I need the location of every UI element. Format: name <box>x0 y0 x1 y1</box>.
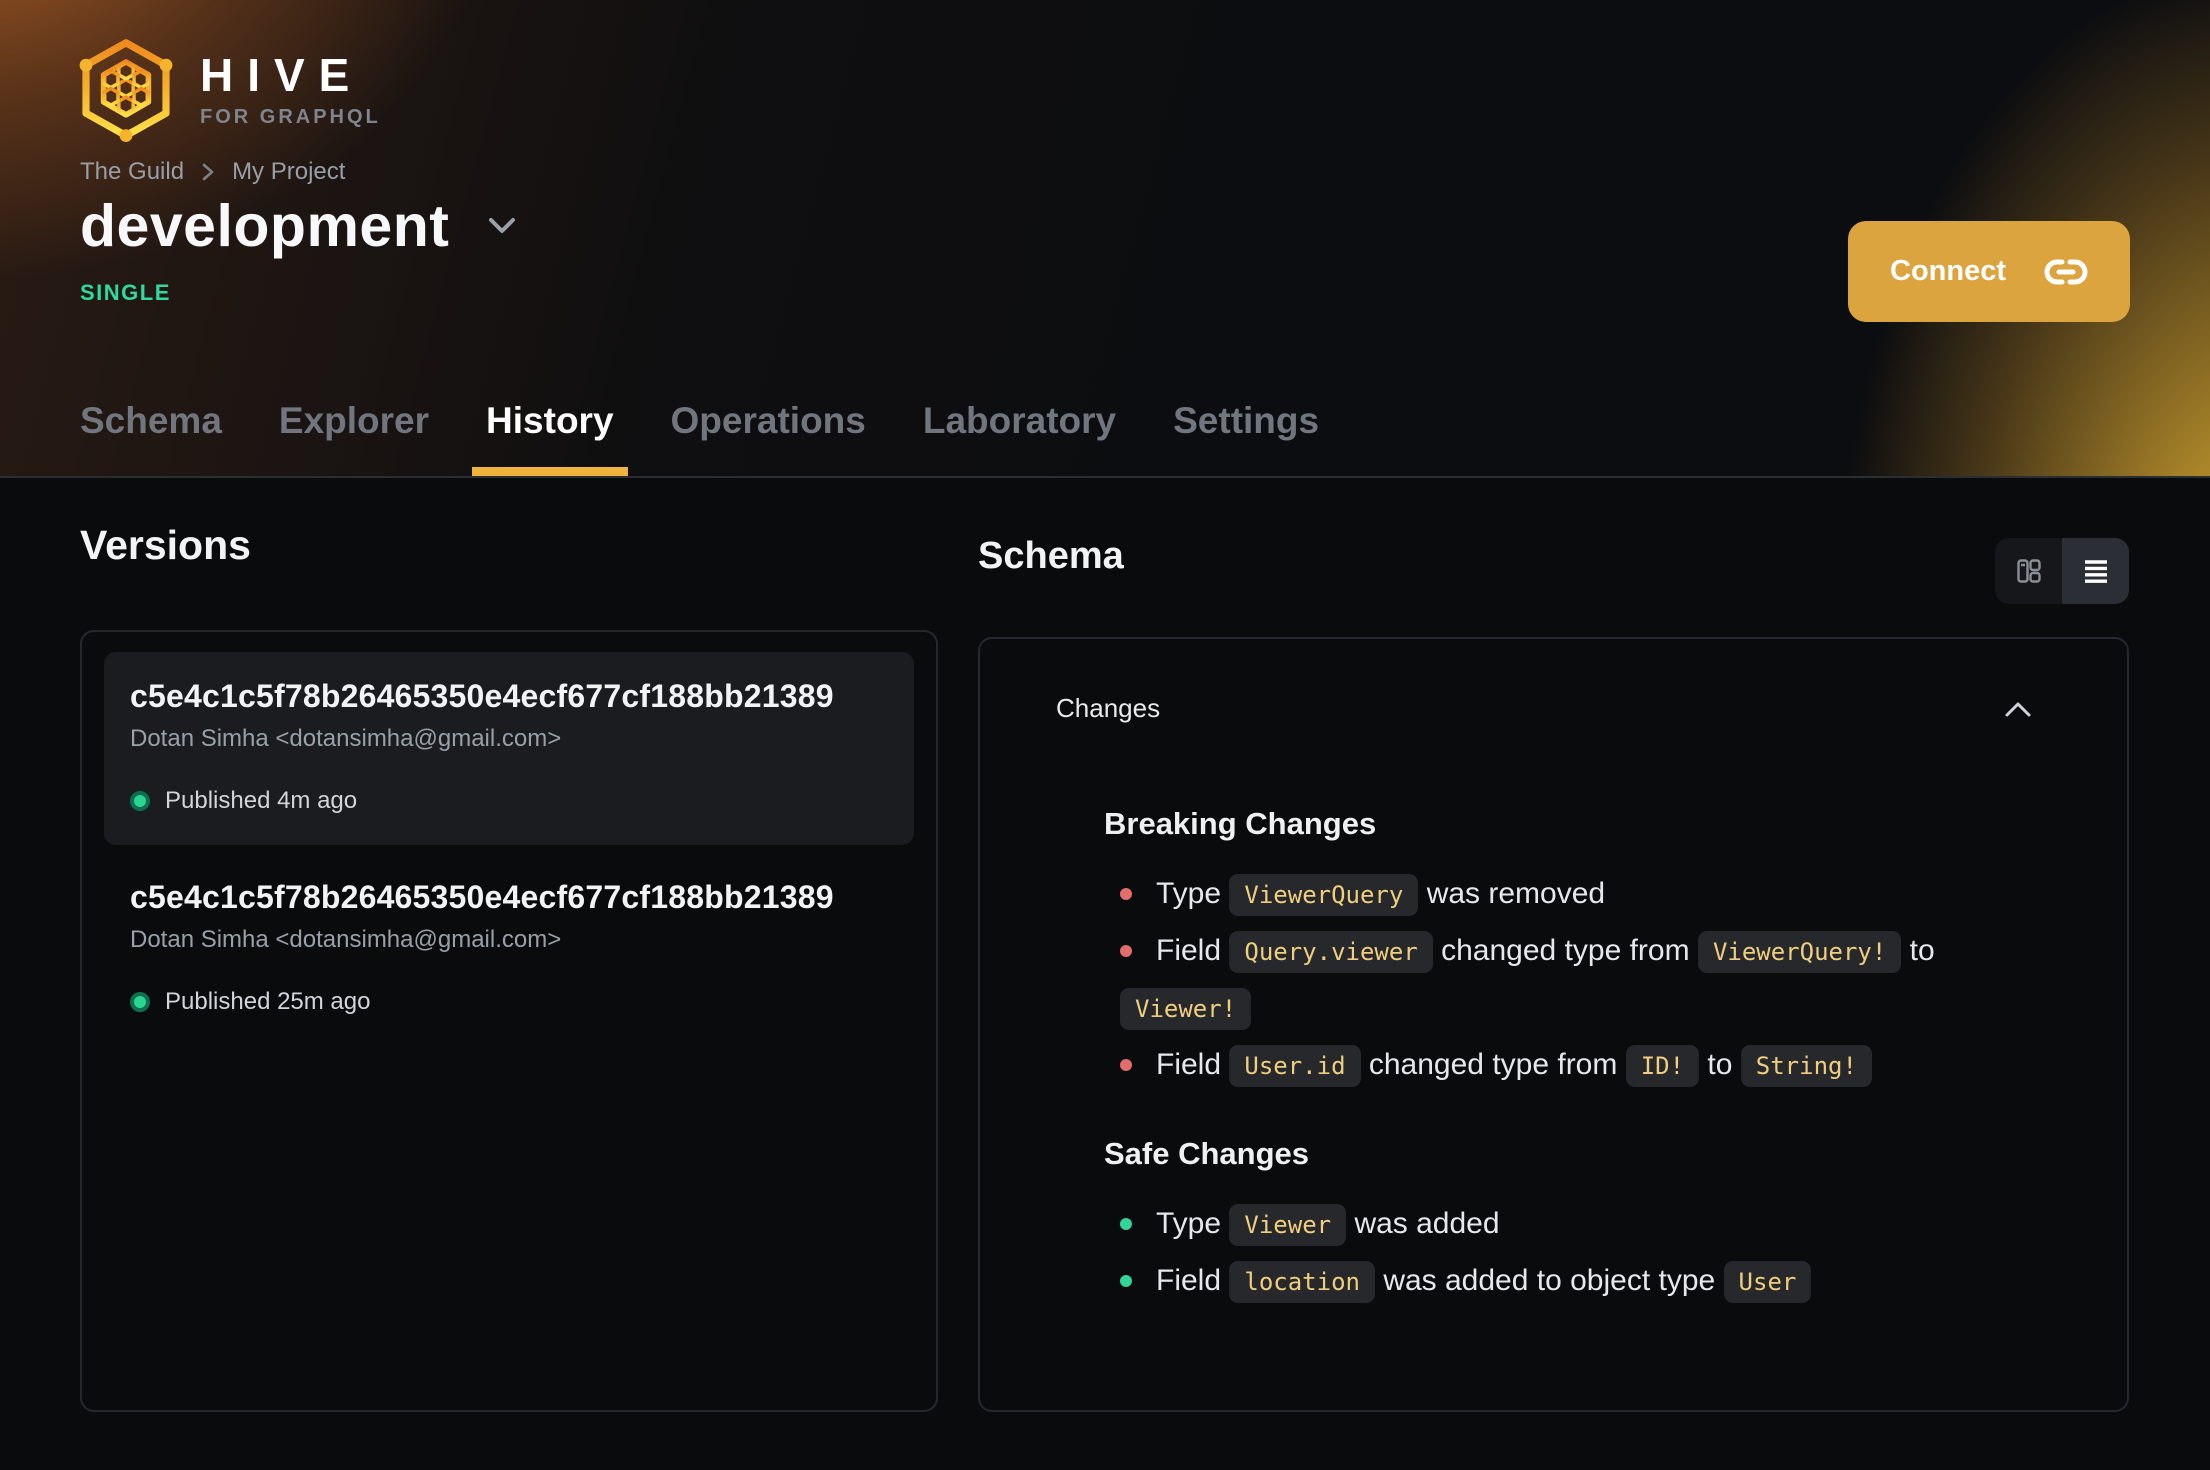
change-item: Field Query.viewer changed type from Vie… <box>1120 923 1960 1037</box>
change-text: Field <box>1156 934 1222 967</box>
tab-schema[interactable]: Schema <box>80 400 222 476</box>
code-chip: User <box>1723 1261 1812 1303</box>
version-card[interactable]: c5e4c1c5f78b26465350e4ecf677cf188bb21389… <box>104 853 914 1046</box>
chevron-up-icon <box>2005 702 2031 716</box>
breaking-changes-heading: Breaking Changes <box>1104 806 1377 841</box>
app-header: HIVE FOR GRAPHQL The Guild My Project de… <box>0 0 2210 478</box>
changes-title: Changes <box>1056 693 1161 723</box>
change-item: Field User.id changed type from ID! to S… <box>1120 1037 1960 1094</box>
version-status: Published 25m ago <box>130 988 888 1016</box>
change-item: Type Viewer was added <box>1120 1196 1960 1253</box>
breaking-changes-list: Type ViewerQuery was removed Field Query… <box>1120 866 1960 1094</box>
change-text: Type <box>1156 1207 1222 1240</box>
code-chip: ViewerQuery <box>1229 874 1419 916</box>
breadcrumb-chevron-icon <box>200 160 216 184</box>
version-hash: c5e4c1c5f78b26465350e4ecf677cf188bb21389 <box>130 678 834 714</box>
tab-operations[interactable]: Operations <box>671 400 866 476</box>
change-text: to <box>1909 934 1935 967</box>
versions-heading: Versions <box>80 522 251 568</box>
change-text: to <box>1707 1048 1733 1081</box>
safe-bullet-icon <box>1120 1218 1132 1230</box>
safe-bullet-icon <box>1120 1275 1132 1287</box>
version-hash: c5e4c1c5f78b26465350e4ecf677cf188bb21389 <box>130 879 834 915</box>
code-chip: Query.viewer <box>1229 931 1433 973</box>
change-item: Field location was added to object type … <box>1120 1253 1960 1310</box>
diff-view-button[interactable] <box>1995 538 2062 604</box>
breaking-bullet-icon <box>1120 888 1132 900</box>
version-card[interactable]: c5e4c1c5f78b26465350e4ecf677cf188bb21389… <box>104 652 914 845</box>
diff-view-icon <box>2016 559 2041 583</box>
code-chip: ViewerQuery! <box>1697 931 1902 973</box>
change-text: Field <box>1156 1264 1222 1297</box>
version-status-label: Published 25m ago <box>165 988 371 1015</box>
breaking-bullet-icon <box>1120 945 1132 957</box>
change-text: was added <box>1354 1207 1500 1240</box>
tab-history[interactable]: History <box>471 400 629 476</box>
brand-name: HIVE <box>200 48 364 101</box>
safe-changes-list: Type Viewer was added Field location was… <box>1120 1196 1960 1310</box>
page-title: development <box>80 193 450 259</box>
tab-bar: Schema Explorer History Operations Labor… <box>80 400 1319 476</box>
code-chip: ID! <box>1625 1045 1700 1087</box>
breaking-bullet-icon <box>1120 1059 1132 1071</box>
breadcrumb: The Guild My Project <box>80 158 345 186</box>
safe-changes-heading: Safe Changes <box>1104 1136 1310 1171</box>
list-view-icon <box>2084 560 2107 583</box>
target-mode-badge: SINGLE <box>80 280 171 305</box>
hive-logo-link[interactable]: HIVE FOR GRAPHQL <box>78 30 381 150</box>
hive-honeycomb-icon <box>79 39 173 142</box>
version-status-label: Published 4m ago <box>165 787 358 814</box>
change-text: changed type from <box>1441 934 1690 967</box>
link-icon <box>2044 259 2088 284</box>
tab-explorer[interactable]: Explorer <box>279 400 429 476</box>
code-chip: Viewer <box>1229 1204 1347 1246</box>
schema-heading: Schema <box>978 535 1124 577</box>
changes-panel: Changes Breaking Changes Type ViewerQuer… <box>978 637 2129 1412</box>
versions-list: c5e4c1c5f78b26465350e4ecf677cf188bb21389… <box>80 630 938 1412</box>
published-dot-icon <box>130 992 150 1012</box>
connect-button[interactable]: Connect <box>1848 221 2130 322</box>
tab-laboratory[interactable]: Laboratory <box>923 400 1116 476</box>
change-text: was added to object type <box>1383 1264 1716 1297</box>
chevron-down-icon <box>489 218 516 233</box>
breadcrumb-project[interactable]: My Project <box>232 158 345 186</box>
change-text: Type <box>1156 877 1222 910</box>
list-view-button[interactable] <box>2062 538 2129 604</box>
schema-view-toggle <box>1995 538 2129 604</box>
code-chip: User.id <box>1229 1045 1361 1087</box>
change-text: was removed <box>1426 877 1606 910</box>
tab-settings[interactable]: Settings <box>1173 400 1319 476</box>
code-chip: Viewer! <box>1120 988 1252 1030</box>
published-dot-icon <box>130 791 150 811</box>
collapse-button[interactable] <box>2003 699 2033 719</box>
version-status: Published 4m ago <box>130 787 888 815</box>
code-chip: location <box>1229 1261 1375 1303</box>
change-text: changed type from <box>1368 1048 1618 1081</box>
target-selector[interactable]: development <box>80 192 517 260</box>
change-item: Type ViewerQuery was removed <box>1120 866 1960 923</box>
changes-collapse-header[interactable]: Changes <box>980 693 2127 724</box>
version-author: Dotan Simha <dotansimha@gmail.com> <box>130 926 562 953</box>
version-author: Dotan Simha <dotansimha@gmail.com> <box>130 725 562 752</box>
connect-label: Connect <box>1890 255 2006 287</box>
code-chip: String! <box>1740 1045 1872 1087</box>
brand-tagline: FOR GRAPHQL <box>200 105 381 128</box>
brand-text: HIVE FOR GRAPHQL <box>200 52 381 129</box>
breadcrumb-org[interactable]: The Guild <box>80 158 184 186</box>
change-text: Field <box>1156 1048 1222 1081</box>
